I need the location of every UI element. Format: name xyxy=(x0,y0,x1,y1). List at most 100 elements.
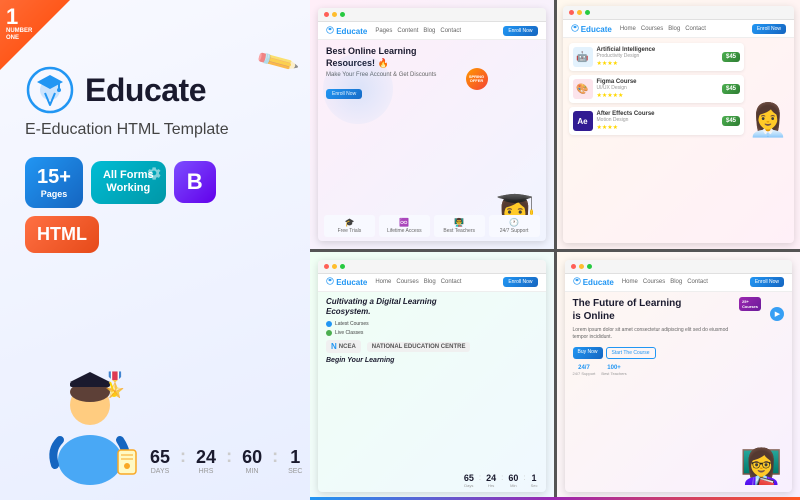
course-card-ai: 🤖 Artificial Intelligence Productivity D… xyxy=(569,43,745,71)
ae-thumb: Ae xyxy=(573,111,593,131)
nav-items-1: Pages Content Blog Contact xyxy=(375,28,461,34)
ai-cat: Productivity Design xyxy=(597,53,656,59)
mini-nav-1: Educate Pages Content Blog Contact Enrol… xyxy=(318,22,546,40)
nav-enroll-btn-4[interactable]: Enroll Now xyxy=(750,277,784,287)
timer-days-num: 65 xyxy=(150,447,170,468)
nav-home-3: Home xyxy=(375,279,391,285)
dot-red-1 xyxy=(324,12,329,17)
hero-layout-1: Best Online LearningResources! 🔥 Make Yo… xyxy=(326,46,538,235)
ae-rating: ★★★★ xyxy=(597,124,655,131)
begin-learning-cta: Begin Your Learning xyxy=(326,357,538,364)
timer-hours-num: 24 xyxy=(196,447,216,468)
mini-content-4: The Future of Learningis Online Lorem ip… xyxy=(565,292,793,493)
student-emoji-2: 👩‍💼 xyxy=(748,101,788,139)
html-label: HTML xyxy=(37,224,87,245)
course-list: Latest Courses Live Classes xyxy=(326,321,538,336)
stat-support-label: 24/7 Support xyxy=(573,371,596,376)
play-btn[interactable]: ▶ xyxy=(770,307,784,321)
nav-items-3: Home Courses Blog Contact xyxy=(375,279,461,285)
nav-contact-4: Contact xyxy=(687,279,708,285)
dot-green-1 xyxy=(340,12,345,17)
timer-sep-1: : xyxy=(180,446,186,475)
tagline: E-Education HTML Template xyxy=(25,121,285,139)
feature-teachers: 👨‍🏫 Best Teachers xyxy=(434,215,485,237)
badges-row: 15+ Pages All Forms Working B HTML xyxy=(25,157,285,253)
badge-forms: All Forms Working xyxy=(91,161,166,203)
pages-count: 15+ xyxy=(37,165,71,189)
teacher-emoji: 👩‍🏫 xyxy=(740,447,782,487)
dot-yellow-1 xyxy=(332,12,337,17)
buy-now-btn[interactable]: Buy Now xyxy=(573,347,603,359)
future-layout: The Future of Learningis Online Lorem ip… xyxy=(573,297,785,488)
mini-browser-3: Educate Home Courses Blog Contact Enroll… xyxy=(318,260,546,493)
stat-teachers-label: Best Teachers xyxy=(601,371,626,376)
bullet-2 xyxy=(326,330,332,336)
start-course-btn[interactable]: Start The Course xyxy=(606,347,656,359)
ae-price: $45 xyxy=(722,116,740,126)
figma-stars: ★★★★★ xyxy=(597,92,624,99)
latest-courses-label: Latest Courses xyxy=(335,321,369,327)
dot-red-2 xyxy=(569,10,574,15)
mini-nav-2: Educate Home Courses Blog Contact Enroll… xyxy=(563,20,795,38)
mini-sec-num: 1 xyxy=(532,473,537,483)
lifetime-icon: ♾️ xyxy=(382,218,427,227)
hero-image-1: 👩‍🎓 xyxy=(483,46,538,235)
ai-thumb: 🤖 xyxy=(573,47,593,67)
ai-price: $45 xyxy=(722,52,740,62)
timer-hours-label: Hrs xyxy=(199,468,214,475)
mini-hours-label: Hrs xyxy=(488,483,494,488)
dot-green-2 xyxy=(585,10,590,15)
dot-yellow-2 xyxy=(577,10,582,15)
ae-cat: Motion Design xyxy=(597,117,655,123)
stat-teachers: 100+ Best Teachers xyxy=(601,365,626,376)
future-subtext: Lorem ipsum dolor sit amet consectetur a… xyxy=(573,327,736,342)
figma-info: Figma Course UI/UX Design ★★★★★ xyxy=(597,79,637,99)
left-panel: 1 NUMBERONE ✏️ Educate E-Education HTML … xyxy=(0,0,310,500)
ai-stars: ★★★★ xyxy=(597,60,619,67)
nav-enroll-btn-3[interactable]: Enroll Now xyxy=(503,277,537,287)
stat-support: 24/7 24/7 Support xyxy=(573,365,596,376)
nav-contact-2: Contact xyxy=(685,26,706,32)
mini-sep-2: : xyxy=(501,473,503,488)
feature-lifetime: ♾️ Lifetime Access xyxy=(379,215,430,237)
gear-icon xyxy=(146,165,162,181)
mini-content-3: Cultivating a Digital LearningEcosystem.… xyxy=(318,292,546,493)
nav-items-4: Home Courses Blog Contact xyxy=(622,279,708,285)
dot-yellow-4 xyxy=(579,264,584,269)
content-2-layout: 🤖 Artificial Intelligence Productivity D… xyxy=(569,43,789,139)
ai-rating: ★★★★ xyxy=(597,60,656,67)
medal-icon: 🎖️ xyxy=(100,371,130,400)
timer-hours: 24 Hrs xyxy=(196,447,216,475)
nav-enroll-btn-1[interactable]: Enroll Now xyxy=(503,26,537,36)
mini-content-2: 🤖 Artificial Intelligence Productivity D… xyxy=(563,38,795,243)
nav-logo-1: Educate xyxy=(326,26,367,36)
pages-label: Pages xyxy=(41,189,68,200)
timer-sec-num: 1 xyxy=(290,447,300,468)
nec-logo: NATIONAL EDUCATION CENTRE xyxy=(367,342,471,352)
nav-blog-2: Blog xyxy=(668,26,680,32)
figma-price: $45 xyxy=(722,84,740,94)
mini-nav-3: Educate Home Courses Blog Contact Enroll… xyxy=(318,274,546,292)
nav-logo-icon-4 xyxy=(573,277,581,285)
hero-text-1: Best Online LearningResources! 🔥 Make Yo… xyxy=(326,46,479,235)
ncea-icon: N xyxy=(331,342,337,351)
nav-enroll-btn-2[interactable]: Enroll Now xyxy=(752,24,786,34)
mini-sep-3: : xyxy=(523,473,525,488)
student-col: 👩‍💼 xyxy=(748,43,788,139)
timer-min-num: 60 xyxy=(242,447,262,468)
browser-bar-3 xyxy=(318,260,546,274)
course-card-ae: Ae After Effects Course Motion Design ★★… xyxy=(569,107,745,135)
timer-minutes: 60 Min xyxy=(242,447,262,475)
nav-logo-3: Educate xyxy=(326,277,367,287)
browser-bar-2 xyxy=(563,6,795,20)
feature-row-1: 🎓 Free Trials ♾️ Lifetime Access 👨‍🏫 Bes… xyxy=(324,215,540,237)
nav-items-2: Home Courses Blog Contact xyxy=(620,26,706,32)
badge-number: 1 xyxy=(6,6,18,28)
nav-courses-3: Courses xyxy=(396,279,418,285)
ncea-text: NCEA xyxy=(339,344,356,350)
courses-count-badge: 25+Courses xyxy=(739,297,761,311)
preview-bottom-left: Educate Home Courses Blog Contact Enroll… xyxy=(310,252,554,500)
nav-contact: Contact xyxy=(440,28,461,34)
nec-text: NATIONAL EDUCATION CENTRE xyxy=(372,344,466,350)
dot-red-3 xyxy=(324,264,329,269)
